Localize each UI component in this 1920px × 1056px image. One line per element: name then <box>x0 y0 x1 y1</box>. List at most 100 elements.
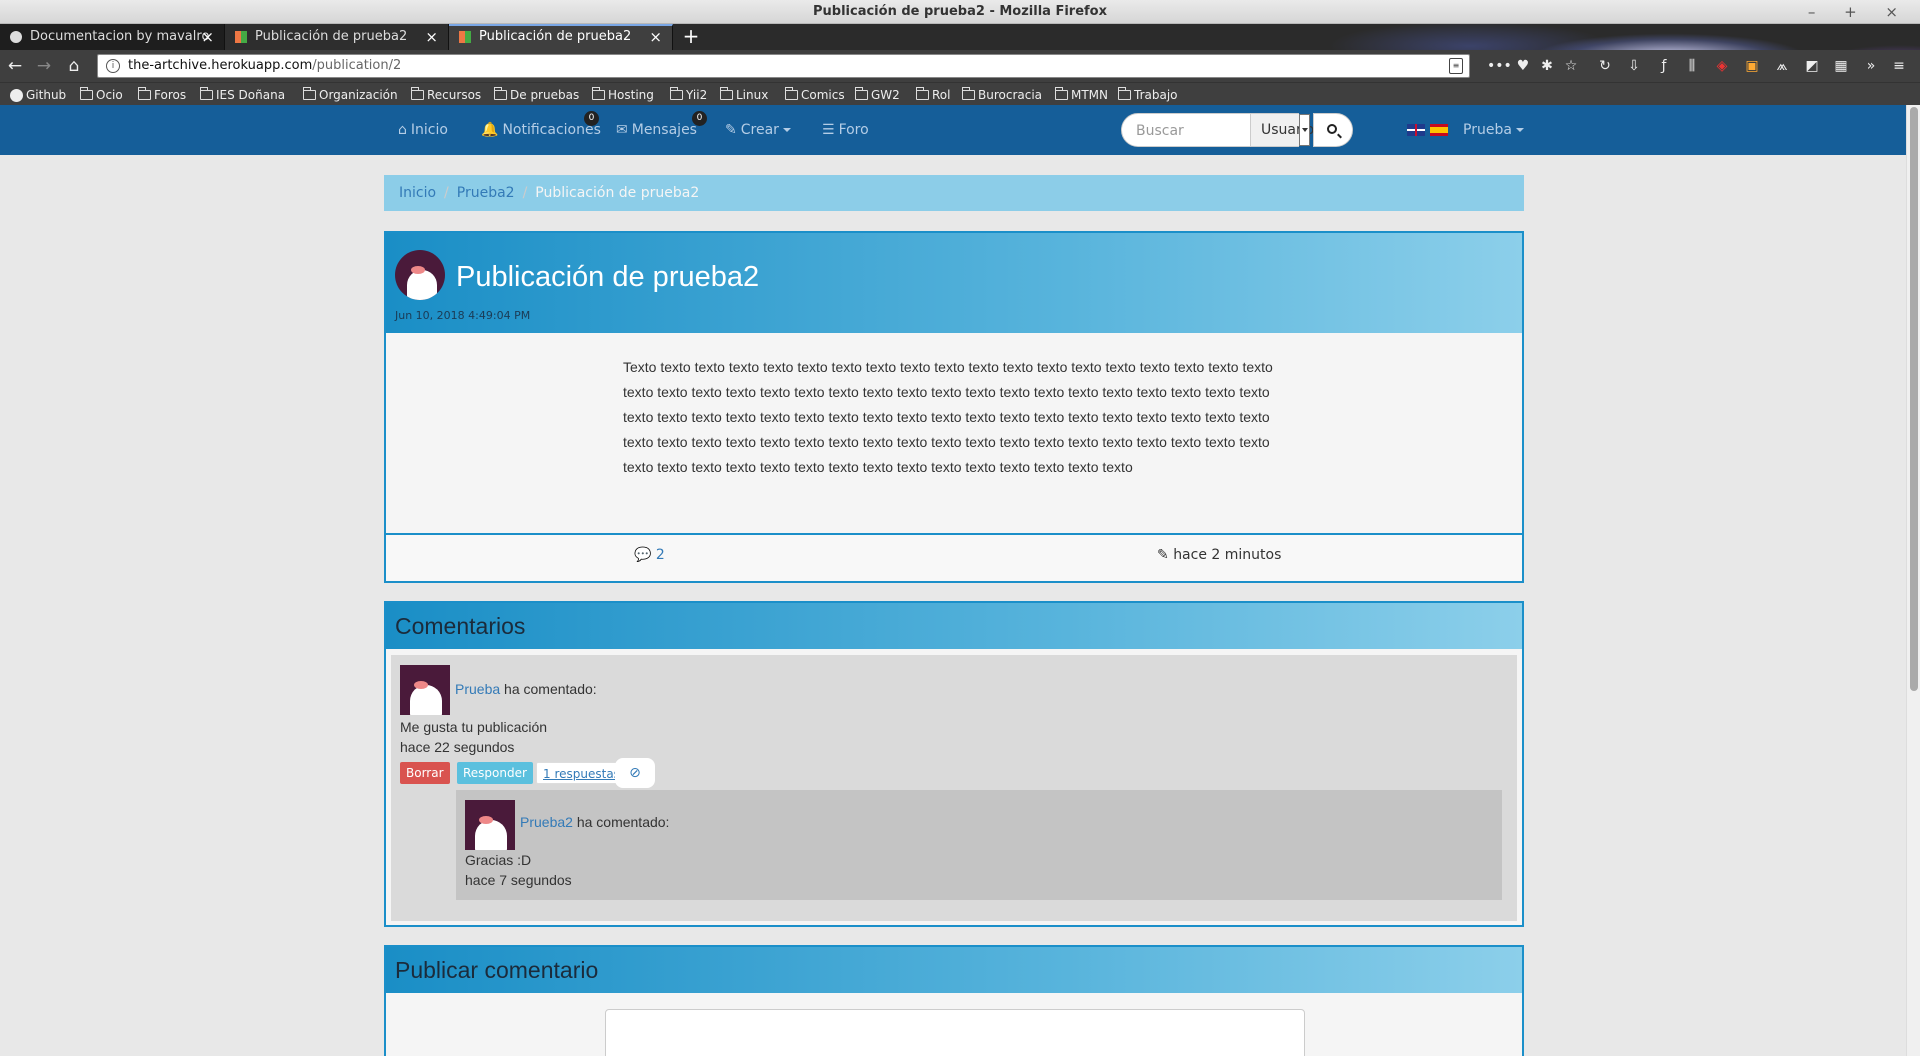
pocket-icon[interactable]: ♥ <box>1514 56 1532 76</box>
bookmark-folder-ocio[interactable]: Ocio <box>80 86 123 104</box>
close-icon[interactable]: × <box>201 24 214 50</box>
bookmark-folder-foros[interactable]: Foros <box>138 86 186 104</box>
folder-icon <box>720 87 733 100</box>
comments-icon: 💬 <box>634 547 652 563</box>
breadcrumb-home[interactable]: Inicio <box>399 185 436 201</box>
publication-panel: Publicación de prueba2 Jun 10, 2018 4:49… <box>384 231 1524 583</box>
tab-publicacion-1[interactable]: Publicación de prueba2 × <box>225 24 449 50</box>
commenter-avatar[interactable] <box>400 665 450 715</box>
eye-slash-icon: ⊘ <box>629 765 641 781</box>
folder-icon <box>1118 87 1131 100</box>
page-scrollbar[interactable] <box>1906 105 1920 1056</box>
more-icon[interactable]: ••• <box>1487 56 1512 76</box>
github-icon <box>10 31 22 43</box>
replies-toggle-link[interactable]: 1 respuestas <box>536 762 627 784</box>
tab-publicacion-2[interactable]: Publicación de prueba2 × <box>449 24 673 50</box>
select-arrow-icon[interactable] <box>1299 114 1310 146</box>
comment-user-link[interactable]: Prueba <box>455 681 500 697</box>
uk-flag-icon[interactable] <box>1407 124 1425 136</box>
search-type-select[interactable]: Usuario <box>1251 113 1314 147</box>
extension-icon[interactable]: ƒ <box>1655 56 1673 76</box>
close-icon[interactable]: × <box>425 24 438 50</box>
edit-icon: ✎ <box>1157 547 1169 563</box>
bookmark-folder-ies[interactable]: IES Doñana <box>200 86 285 104</box>
bookmark-folder-pruebas[interactable]: De pruebas <box>494 86 579 104</box>
user-menu-dropdown[interactable]: Prueba <box>1463 105 1524 155</box>
bookmark-star-icon[interactable]: ☆ <box>1562 56 1580 76</box>
bookmark-folder-mtmn[interactable]: MTMN <box>1055 86 1108 104</box>
info-icon[interactable]: i <box>106 59 120 73</box>
reply-avatar[interactable] <box>465 800 515 850</box>
bookmark-folder-rol[interactable]: Rol <box>916 86 950 104</box>
reply-button[interactable]: Responder <box>457 762 533 784</box>
nav-notifications[interactable]: 🔔 Notificaciones <box>481 105 601 155</box>
caret-down-icon <box>1515 128 1524 132</box>
breadcrumb-parent[interactable]: Prueba2 <box>457 185 515 201</box>
nav-home[interactable]: ⌂ Inicio <box>398 105 448 155</box>
bookmark-folder-linux[interactable]: Linux <box>720 86 768 104</box>
url-bar[interactable]: i the-artchive.herokuapp.com/publication… <box>97 54 1470 78</box>
download-icon[interactable]: ⇩ <box>1625 56 1643 76</box>
hide-replies-button[interactable]: ⊘ <box>615 758 655 788</box>
close-icon[interactable]: × <box>649 26 662 48</box>
bookmark-folder-organizacion[interactable]: Organización <box>303 86 398 104</box>
comment-count-link[interactable]: 💬 2 <box>634 547 665 563</box>
search-button[interactable] <box>1313 113 1353 147</box>
search-input[interactable]: Buscar <box>1121 113 1251 147</box>
publication-date: Jun 10, 2018 4:49:04 PM <box>395 309 531 322</box>
publication-footer: 💬 2 ✎ hace 2 minutos <box>386 533 1522 581</box>
reply-item: Prueba2 ha comentado: Gracias :D hace 7 … <box>456 790 1502 900</box>
reply-header: Prueba2 ha comentado: <box>520 814 670 830</box>
folder-icon <box>785 87 798 100</box>
comment-item: Prueba ha comentado: Me gusta tu publica… <box>391 655 1517 921</box>
bookmark-folder-yii2[interactable]: Yii2 <box>670 86 707 104</box>
bug-icon[interactable]: ✱ <box>1538 56 1556 76</box>
folder-icon <box>962 87 975 100</box>
bookmark-github[interactable]: Github <box>10 86 66 104</box>
site-navbar: ⌂ Inicio 🔔 Notificaciones 0 ✉ Mensajes 0 ✎ C… <box>0 105 1906 155</box>
nav-create-dropdown[interactable]: ✎ Crear <box>725 105 791 155</box>
url-path: /publication/2 <box>312 58 402 73</box>
ublock-icon[interactable]: ◈ <box>1713 56 1731 76</box>
back-arrow-icon[interactable]: ← <box>4 55 26 77</box>
bookmark-folder-recursos[interactable]: Recursos <box>411 86 481 104</box>
browser-toolbar: ← → ⌂ i the-artchive.herokuapp.com/publi… <box>0 50 1920 82</box>
folder-icon <box>1055 87 1068 100</box>
forward-arrow-icon[interactable]: → <box>33 55 55 77</box>
containers-icon[interactable]: ▦ <box>1832 56 1850 76</box>
new-tab-button[interactable]: + <box>680 24 702 50</box>
bookmark-folder-hosting[interactable]: Hosting <box>592 86 654 104</box>
reload-icon[interactable]: ↻ <box>1596 56 1614 76</box>
bookmark-folder-comics[interactable]: Comics <box>785 86 845 104</box>
folder-icon <box>494 87 507 100</box>
site-favicon-icon <box>235 31 247 43</box>
scrollbar-thumb[interactable] <box>1910 107 1918 691</box>
reply-user-link[interactable]: Prueba2 <box>520 814 573 830</box>
bookmark-folder-burocracia[interactable]: Burocracia <box>962 86 1042 104</box>
bookmark-folder-trabajo[interactable]: Trabajo <box>1118 86 1178 104</box>
notification-extension-icon[interactable]: ▣ <box>1743 56 1761 76</box>
author-avatar[interactable] <box>395 250 445 300</box>
window-controls[interactable]: – + × <box>1808 0 1910 24</box>
library-icon[interactable]: ⫼ <box>1683 56 1701 76</box>
folder-icon <box>411 87 424 100</box>
bookmark-folder-gw2[interactable]: GW2 <box>855 86 900 104</box>
nav-forum[interactable]: ☰ Foro <box>822 105 869 155</box>
menu-icon[interactable]: ≡ <box>1890 56 1908 76</box>
folder-icon <box>916 87 929 100</box>
tab-documentacion[interactable]: Documentacion by mavalro × <box>0 24 225 50</box>
home-icon[interactable]: ⌂ <box>63 55 85 77</box>
nav-messages[interactable]: ✉ Mensajes <box>616 105 697 155</box>
extension-icon-2[interactable]: ⩕ <box>1773 56 1791 76</box>
color-picker-icon[interactable]: ◩ <box>1803 56 1821 76</box>
comment-textarea[interactable] <box>605 1009 1305 1056</box>
search-form: Buscar Usuario <box>1121 113 1371 147</box>
messages-badge: 0 <box>692 111 707 126</box>
overflow-chevron-icon[interactable]: » <box>1862 56 1880 76</box>
reader-view-icon[interactable]: ≡ <box>1449 58 1463 74</box>
folder-icon <box>855 87 868 100</box>
delete-comment-button[interactable]: Borrar <box>400 762 450 784</box>
publish-comment-panel: Publicar comentario <box>384 945 1524 1056</box>
list-icon: ☰ <box>822 122 835 138</box>
spain-flag-icon[interactable] <box>1430 124 1448 136</box>
